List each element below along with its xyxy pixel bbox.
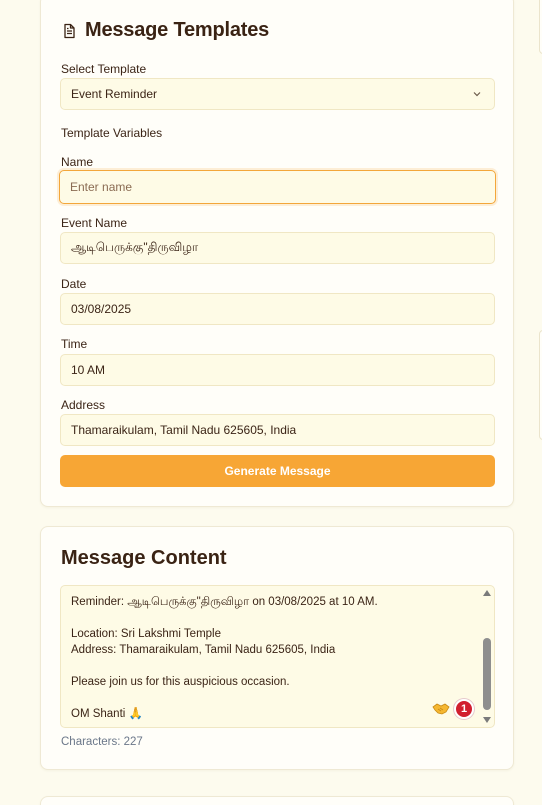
- time-label: Time: [61, 337, 88, 351]
- name-input[interactable]: [59, 170, 496, 204]
- handshake-icon[interactable]: [432, 702, 450, 716]
- generate-message-button[interactable]: Generate Message: [60, 455, 495, 487]
- scrollbar-thumb[interactable]: [483, 638, 491, 710]
- time-value: 10 AM: [71, 363, 106, 377]
- event-name-label: Event Name: [61, 216, 128, 230]
- date-label: Date: [61, 277, 87, 291]
- name-label: Name: [61, 155, 94, 169]
- extension-icons: 1: [432, 699, 474, 719]
- address-input[interactable]: Thamaraikulam, Tamil Nadu 625605, India: [60, 414, 495, 446]
- select-template-label: Select Template: [61, 62, 147, 76]
- template-variables-heading: Template Variables: [61, 126, 163, 140]
- event-name-input[interactable]: ஆடிபெருக்கு"திருவிழா: [60, 232, 495, 264]
- date-value: 03/08/2025: [71, 302, 132, 316]
- scroll-up-arrow-icon[interactable]: [483, 590, 491, 596]
- time-input[interactable]: 10 AM: [60, 354, 495, 386]
- document-icon: [64, 23, 75, 38]
- template-select-value: Event Reminder: [71, 87, 158, 101]
- notification-badge[interactable]: 1: [454, 699, 474, 719]
- message-content-card: Message Content Reminder: ஆடிபெருக்கு"தி…: [40, 526, 514, 770]
- scrollbar[interactable]: [482, 588, 492, 725]
- message-textarea[interactable]: Reminder: ஆடிபெருக்கு"திருவிழா on 03/08/…: [60, 585, 495, 728]
- scroll-down-arrow-icon[interactable]: [483, 717, 491, 723]
- next-card-edge: [40, 796, 514, 805]
- template-select[interactable]: Event Reminder: [60, 78, 495, 110]
- message-text: Reminder: ஆடிபெருக்கு"திருவிழா on 03/08/…: [71, 596, 378, 720]
- content-title: Message Content: [61, 547, 227, 569]
- date-input[interactable]: 03/08/2025: [60, 293, 495, 325]
- address-label: Address: [61, 398, 106, 412]
- character-count: Characters: 227: [61, 736, 143, 748]
- templates-title: Message Templates: [85, 19, 270, 41]
- message-templates-card: Message Templates Select Template Event …: [40, 0, 514, 507]
- chevron-down-icon: [473, 92, 481, 97]
- address-value: Thamaraikulam, Tamil Nadu 625605, India: [71, 423, 297, 437]
- event-name-value: ஆடிபெருக்கு"திருவிழா: [71, 240, 199, 254]
- templates-title-row: Message Templates: [61, 19, 269, 42]
